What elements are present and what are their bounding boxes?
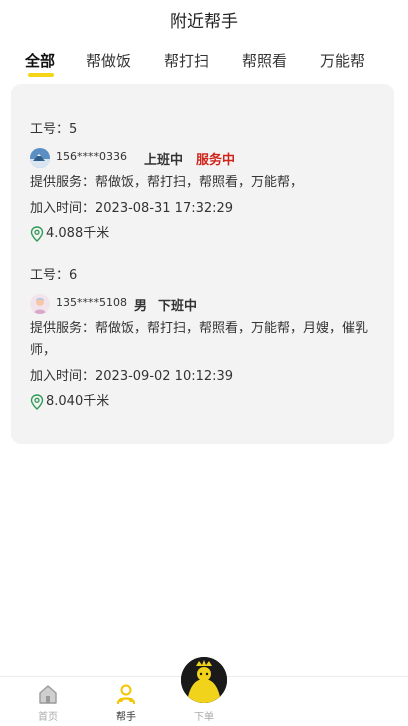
category-tabs: 全部 帮做饭 帮打扫 帮照看 万能帮 bbox=[0, 50, 408, 80]
avatar bbox=[30, 148, 50, 168]
tab-cooking[interactable]: 帮做饭 bbox=[86, 50, 131, 71]
tab-cleaning[interactable]: 帮打扫 bbox=[164, 50, 209, 71]
tab-caring[interactable]: 帮照看 bbox=[242, 50, 287, 71]
helper-card[interactable]: 工号：5 156****0336 上班中 服务中 提供服务：帮做饭，帮打扫，帮照… bbox=[30, 120, 390, 244]
tabbar-label: 首页 bbox=[38, 712, 58, 723]
phone-number: 156****0336 bbox=[56, 150, 127, 163]
work-status: 上班中 bbox=[144, 153, 184, 168]
home-icon bbox=[39, 685, 57, 704]
tab-label: 全部 bbox=[25, 52, 56, 70]
avatar bbox=[30, 294, 50, 314]
join-time: 加入时间：2023-08-31 17:32:29 bbox=[30, 201, 234, 216]
helper-list: 工号：5 156****0336 上班中 服务中 提供服务：帮做饭，帮打扫，帮照… bbox=[11, 84, 394, 444]
tabbar-label: 下单 bbox=[194, 712, 214, 723]
distance: 4.088千米 bbox=[30, 224, 390, 244]
location-pin-icon bbox=[30, 394, 44, 410]
active-tab-indicator bbox=[28, 73, 54, 77]
helper-icon bbox=[116, 684, 136, 705]
order-icon[interactable] bbox=[181, 657, 227, 703]
tabbar-label: 帮手 bbox=[116, 712, 136, 723]
helper-card[interactable]: 工号：6 135****5108 男 下班中 提供服务：帮做饭，帮打扫，帮照看，… bbox=[30, 266, 390, 412]
helper-info-row: 156****0336 上班中 服务中 bbox=[30, 148, 390, 170]
service-status-badge: 服务中 bbox=[196, 153, 236, 168]
phone-number: 135****5108 bbox=[56, 296, 127, 309]
tabbar-item-home[interactable]: 首页 bbox=[18, 677, 78, 726]
tab-all[interactable]: 全部 bbox=[25, 50, 56, 77]
services-offered: 提供服务：帮做饭，帮打扫，帮照看，万能帮， bbox=[30, 175, 304, 190]
tabbar-item-helper[interactable]: 帮手 bbox=[96, 677, 156, 726]
worker-number: 工号：5 bbox=[30, 122, 78, 137]
work-status: 下班中 bbox=[158, 299, 198, 314]
page-title: 附近帮手 bbox=[170, 12, 238, 32]
helper-info-row: 135****5108 男 下班中 bbox=[30, 294, 390, 316]
location-pin-icon bbox=[30, 226, 44, 242]
worker-number: 工号：6 bbox=[30, 268, 78, 283]
services-offered: 提供服务：帮做饭，帮打扫，帮照看，万能帮，月嫂，催乳师， bbox=[30, 321, 369, 358]
tab-universal[interactable]: 万能帮 bbox=[320, 50, 365, 71]
distance-value: 8.040千米 bbox=[46, 394, 110, 409]
distance-value: 4.088千米 bbox=[46, 226, 110, 241]
distance: 8.040千米 bbox=[30, 392, 390, 412]
gender: 男 bbox=[134, 299, 148, 314]
join-time: 加入时间：2023-09-02 10:12:39 bbox=[30, 369, 234, 384]
